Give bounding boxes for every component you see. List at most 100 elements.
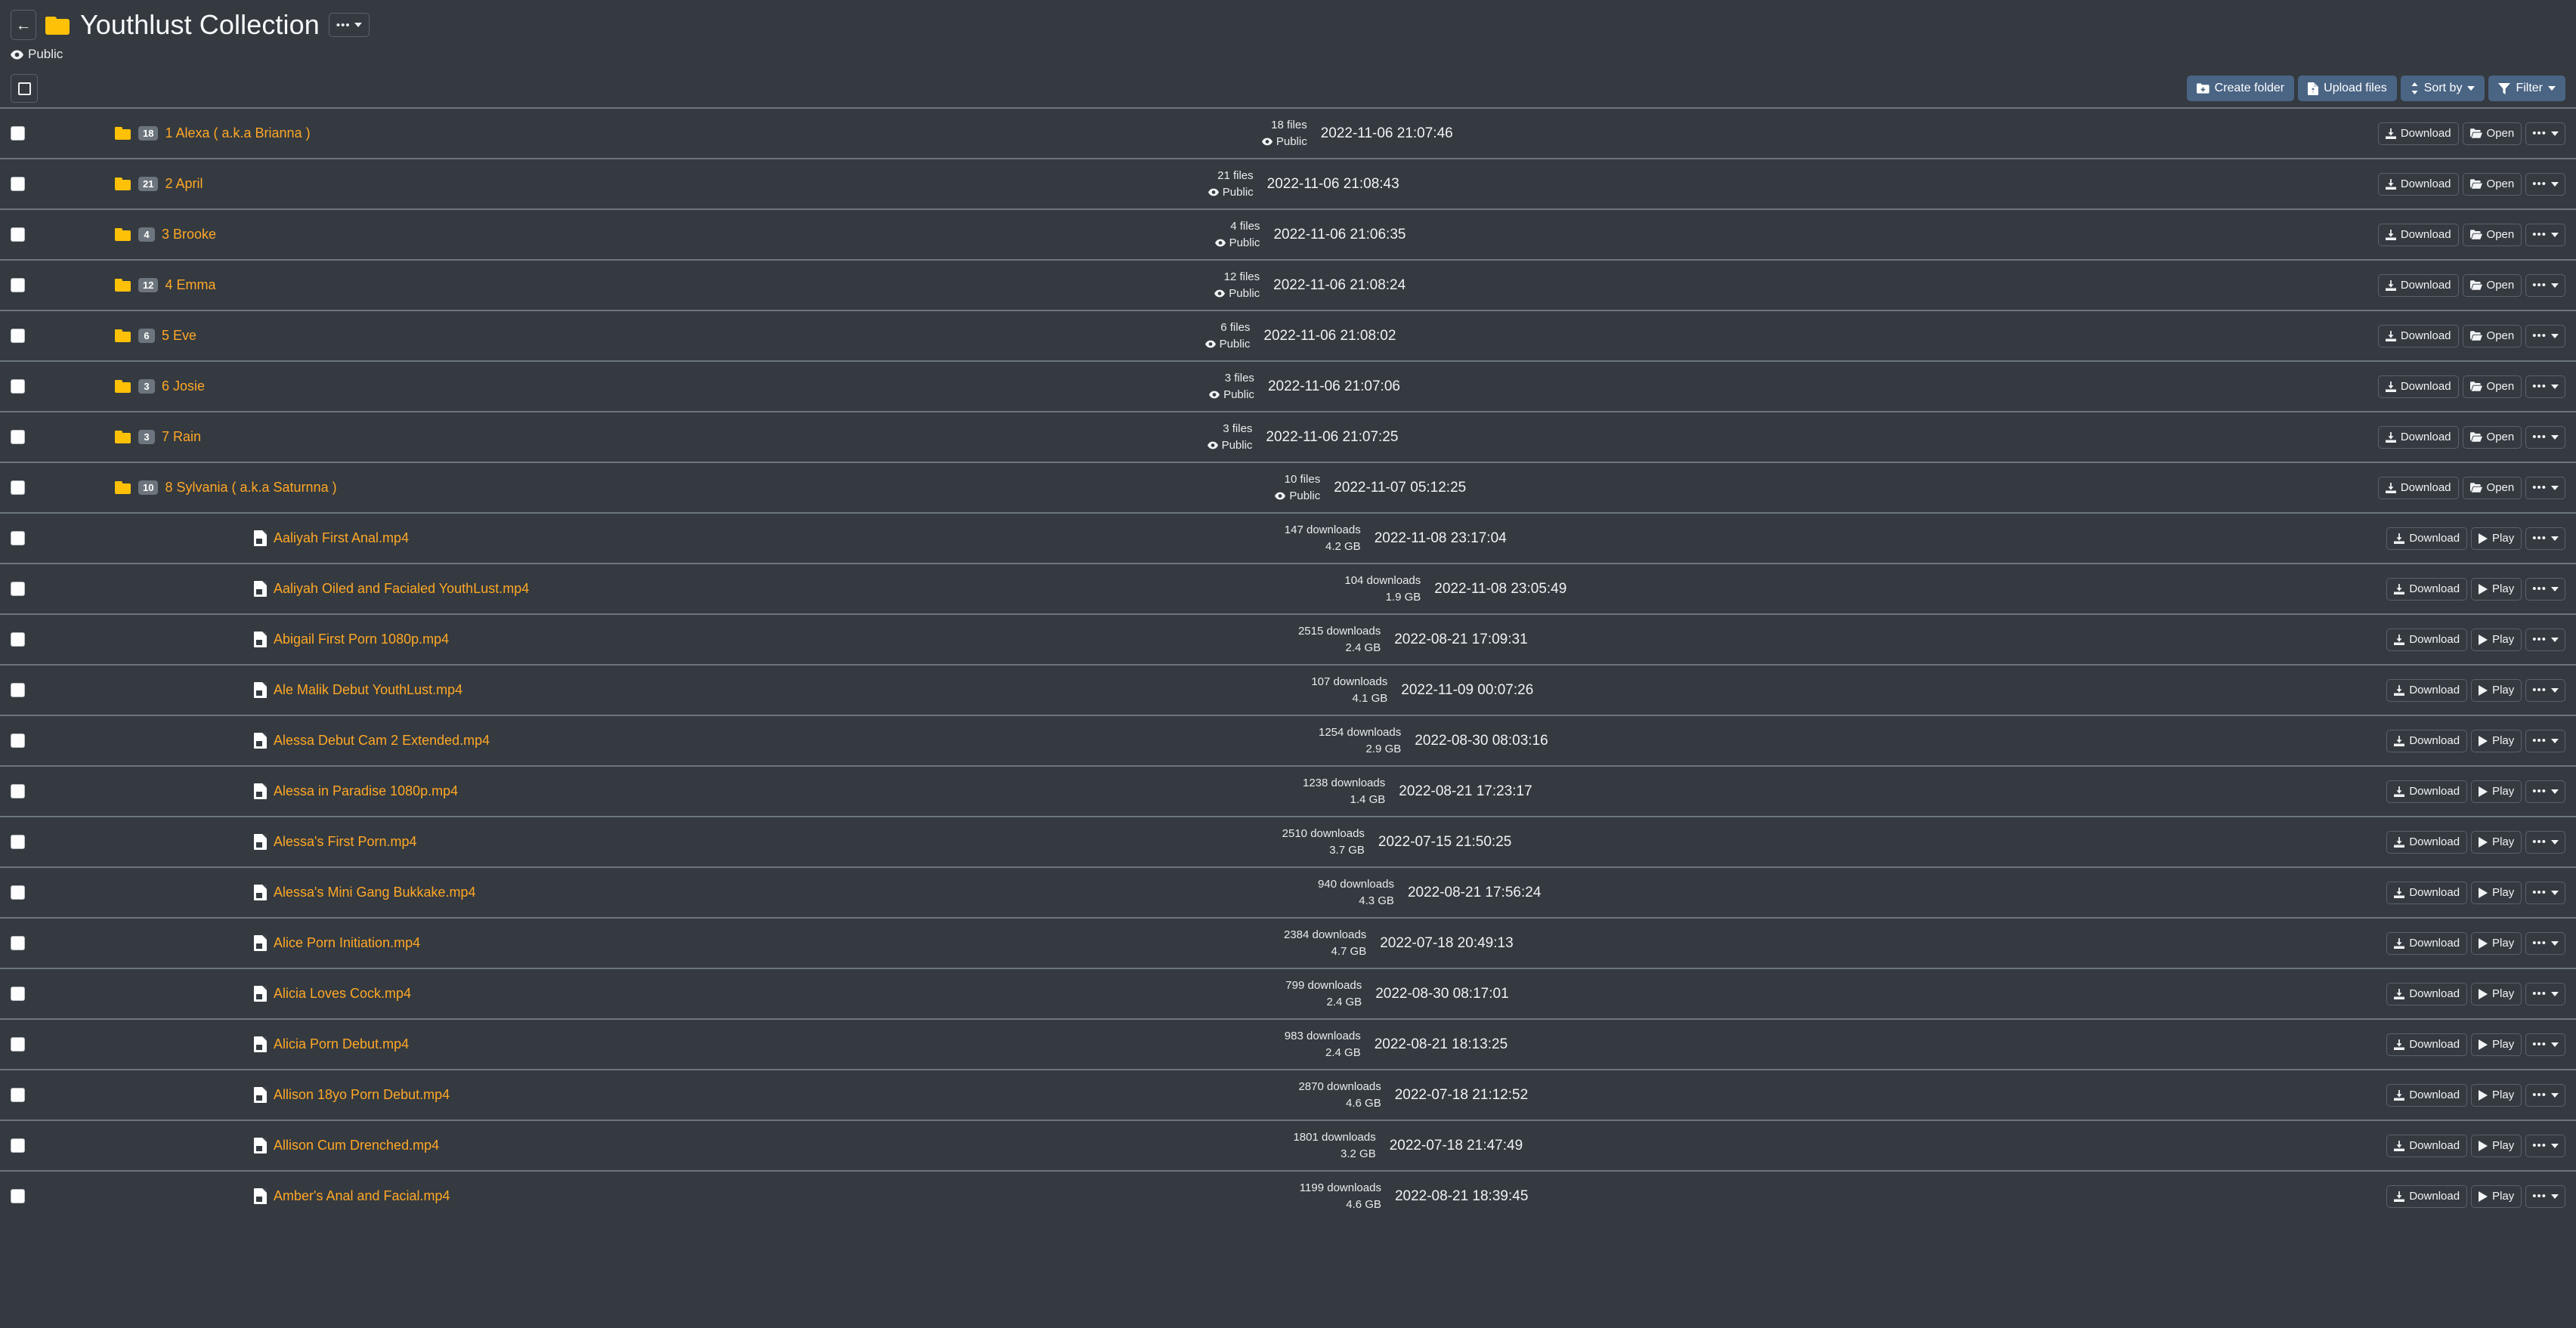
row-more-menu-button[interactable]: ••• bbox=[2525, 324, 2565, 347]
play-button[interactable]: Play bbox=[2471, 780, 2522, 803]
open-button[interactable]: Open bbox=[2462, 122, 2522, 145]
play-button[interactable]: Play bbox=[2471, 1033, 2522, 1056]
row-checkbox[interactable] bbox=[10, 531, 25, 545]
play-button[interactable]: Play bbox=[2471, 830, 2522, 854]
row-more-menu-button[interactable]: ••• bbox=[2525, 931, 2565, 955]
row-more-menu-button[interactable]: ••• bbox=[2525, 577, 2565, 601]
row-more-menu-button[interactable]: ••• bbox=[2525, 1033, 2566, 1056]
download-button[interactable]: Download bbox=[2377, 425, 2459, 449]
file-row[interactable]: Abigail First Porn 1080p.mp4 2515 downloa… bbox=[0, 613, 2576, 664]
item-name-link[interactable]: 2 April bbox=[165, 176, 203, 192]
download-button[interactable]: Download bbox=[2386, 678, 2468, 702]
folder-row[interactable]: 18 1 Alexa ( a.k.a Brianna ) 18 files Publi… bbox=[0, 107, 2576, 158]
upload-files-button[interactable]: Upload files bbox=[2298, 76, 2397, 101]
row-checkbox[interactable] bbox=[10, 632, 25, 647]
row-checkbox[interactable] bbox=[10, 227, 25, 242]
item-name-link[interactable]: Alice Porn Initiation.mp4 bbox=[274, 935, 420, 951]
row-checkbox[interactable] bbox=[10, 885, 25, 900]
row-checkbox[interactable] bbox=[10, 683, 25, 697]
row-more-menu-button[interactable]: ••• bbox=[2525, 1184, 2566, 1208]
open-button[interactable]: Open bbox=[2462, 223, 2522, 246]
play-button[interactable]: Play bbox=[2471, 527, 2522, 550]
item-name-link[interactable]: Alessa's Mini Gang Bukkake.mp4 bbox=[274, 885, 476, 900]
file-row[interactable]: Alicia Loves Cock.mp4 799 downloads 2.4 GB… bbox=[0, 968, 2576, 1018]
row-checkbox[interactable] bbox=[10, 379, 25, 394]
play-button[interactable]: Play bbox=[2471, 1134, 2522, 1157]
row-checkbox[interactable] bbox=[10, 329, 25, 343]
row-checkbox[interactable] bbox=[10, 784, 25, 798]
play-button[interactable]: Play bbox=[2471, 678, 2522, 702]
row-more-menu-button[interactable]: ••• bbox=[2525, 476, 2565, 499]
folder-row[interactable]: 21 2 April 21 files Public 2022-11-06 21:08:… bbox=[0, 158, 2576, 208]
folder-row[interactable]: 12 4 Emma 12 files Public 2022-11-06 21:08:2… bbox=[0, 259, 2576, 310]
play-button[interactable]: Play bbox=[2471, 628, 2522, 651]
item-name-link[interactable]: Allison Cum Drenched.mp4 bbox=[274, 1138, 439, 1154]
row-checkbox[interactable] bbox=[10, 733, 25, 748]
row-checkbox[interactable] bbox=[10, 480, 25, 495]
row-more-menu-button[interactable]: ••• bbox=[2525, 628, 2566, 651]
file-row[interactable]: Allison Cum Drenched.mp4 1801 downloads 3.… bbox=[0, 1120, 2576, 1170]
download-button[interactable]: Download bbox=[2377, 223, 2459, 246]
download-button[interactable]: Download bbox=[2386, 729, 2468, 752]
item-name-link[interactable]: 4 Emma bbox=[165, 277, 215, 293]
download-button[interactable]: Download bbox=[2386, 1134, 2468, 1157]
sort-by-button[interactable]: Sort by bbox=[2400, 76, 2485, 101]
folder-row[interactable]: 6 5 Eve 6 files Public 2022-11-06 21:08:02 Do… bbox=[0, 310, 2576, 360]
file-row[interactable]: Alice Porn Initiation.mp4 2384 downloads 4… bbox=[0, 917, 2576, 968]
file-row[interactable]: Ale Malik Debut YouthLust.mp4 107 downloa… bbox=[0, 664, 2576, 715]
open-button[interactable]: Open bbox=[2462, 273, 2522, 297]
row-checkbox[interactable] bbox=[10, 835, 25, 849]
row-more-menu-button[interactable]: ••• bbox=[2525, 375, 2566, 398]
play-button[interactable]: Play bbox=[2471, 1083, 2522, 1107]
folder-row[interactable]: 10 8 Sylvania ( a.k.a Saturnna ) 10 files P… bbox=[0, 462, 2576, 512]
row-more-menu-button[interactable]: ••• bbox=[2525, 172, 2565, 196]
download-button[interactable]: Download bbox=[2386, 931, 2468, 955]
download-button[interactable]: Download bbox=[2377, 122, 2459, 145]
item-name-link[interactable]: 5 Eve bbox=[162, 328, 196, 344]
row-checkbox[interactable] bbox=[10, 987, 25, 1001]
download-button[interactable]: Download bbox=[2386, 1033, 2468, 1056]
download-button[interactable]: Download bbox=[2386, 881, 2468, 904]
file-row[interactable]: Allison 18yo Porn Debut.mp4 2870 download… bbox=[0, 1069, 2576, 1120]
folder-row[interactable]: 3 6 Josie 3 files Public 2022-11-06 21:07:06… bbox=[0, 360, 2576, 411]
play-button[interactable]: Play bbox=[2471, 982, 2522, 1005]
download-button[interactable]: Download bbox=[2386, 527, 2468, 550]
row-more-menu-button[interactable]: ••• bbox=[2525, 830, 2566, 854]
download-button[interactable]: Download bbox=[2386, 982, 2468, 1005]
row-checkbox[interactable] bbox=[10, 278, 25, 292]
item-name-link[interactable]: Alicia Porn Debut.mp4 bbox=[274, 1036, 409, 1052]
play-button[interactable]: Play bbox=[2471, 729, 2522, 752]
item-name-link[interactable]: Aaliyah Oiled and Facialed YouthLust.mp4 bbox=[274, 581, 529, 597]
play-button[interactable]: Play bbox=[2471, 1184, 2522, 1208]
open-button[interactable]: Open bbox=[2462, 324, 2522, 347]
row-more-menu-button[interactable]: ••• bbox=[2525, 729, 2566, 752]
download-button[interactable]: Download bbox=[2386, 830, 2468, 854]
download-button[interactable]: Download bbox=[2377, 324, 2459, 347]
open-button[interactable]: Open bbox=[2462, 476, 2522, 499]
item-name-link[interactable]: Abigail First Porn 1080p.mp4 bbox=[274, 632, 449, 647]
download-button[interactable]: Download bbox=[2386, 577, 2468, 601]
play-button[interactable]: Play bbox=[2471, 881, 2522, 904]
select-all-checkbox[interactable] bbox=[11, 74, 38, 103]
row-more-menu-button[interactable]: ••• bbox=[2525, 273, 2565, 297]
file-row[interactable]: Alessa's Mini Gang Bukkake.mp4 940 downlo… bbox=[0, 866, 2576, 917]
open-button[interactable]: Open bbox=[2462, 172, 2522, 196]
row-more-menu-button[interactable]: ••• bbox=[2525, 1083, 2565, 1107]
row-checkbox[interactable] bbox=[10, 936, 25, 950]
row-checkbox[interactable] bbox=[10, 430, 25, 444]
download-button[interactable]: Download bbox=[2377, 375, 2459, 398]
row-more-menu-button[interactable]: ••• bbox=[2525, 982, 2565, 1005]
play-button[interactable]: Play bbox=[2471, 577, 2522, 601]
folder-more-menu-button[interactable]: ••• bbox=[328, 13, 370, 37]
file-row[interactable]: Alessa's First Porn.mp4 2510 downloads 3.7… bbox=[0, 816, 2576, 866]
item-name-link[interactable]: 7 Rain bbox=[162, 429, 201, 445]
item-name-link[interactable]: 3 Brooke bbox=[162, 227, 216, 242]
row-more-menu-button[interactable]: ••• bbox=[2525, 1134, 2566, 1157]
row-checkbox[interactable] bbox=[10, 582, 25, 596]
file-row[interactable]: Alessa Debut Cam 2 Extended.mp4 1254 down… bbox=[0, 715, 2576, 765]
item-name-link[interactable]: 6 Josie bbox=[162, 378, 205, 394]
download-button[interactable]: Download bbox=[2386, 1083, 2468, 1107]
row-checkbox[interactable] bbox=[10, 126, 25, 141]
file-row[interactable]: Amber's Anal and Facial.mp4 1199 download… bbox=[0, 1170, 2576, 1221]
download-button[interactable]: Download bbox=[2377, 172, 2459, 196]
